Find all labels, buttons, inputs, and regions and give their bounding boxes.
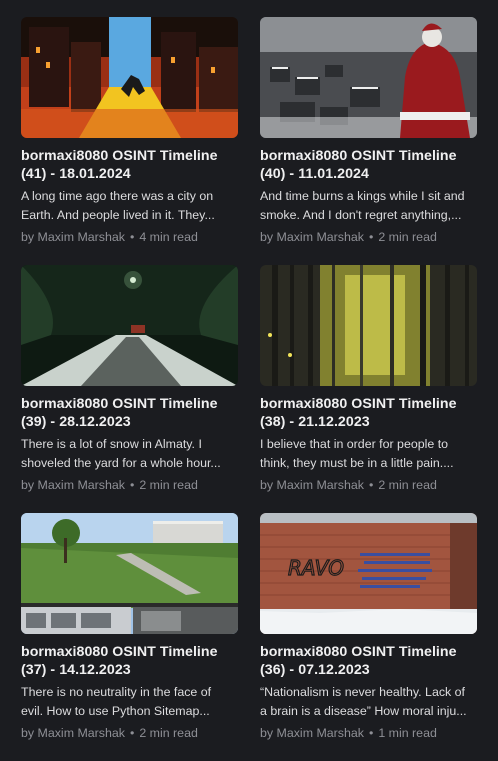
post-excerpt-line: A long time ago there was a city on [21, 189, 214, 203]
post-excerpt: “Nationalism is never healthy. Lack of a… [260, 683, 477, 721]
meta-separator: • [129, 726, 135, 740]
post-thumbnail-snowy-road[interactable] [21, 265, 238, 386]
author-name: by Maxim Marshak [21, 726, 125, 740]
post-excerpt-line: shoveled the yard for a whole hour... [21, 456, 221, 470]
post-title-line: bormaxi8080 OSINT Timeline [260, 148, 457, 164]
graffiti-text: RAVO [288, 556, 344, 580]
post-thumbnail-park-collage[interactable] [21, 513, 238, 634]
post-excerpt: And time burns a kings while I sit and s… [260, 187, 477, 225]
post-title[interactable]: bormaxi8080 OSINT Timeline (37) - 14.12.… [21, 643, 238, 679]
author-name: by Maxim Marshak [260, 478, 364, 492]
post-excerpt-line: “Nationalism is never healthy. Lack of [260, 685, 465, 699]
author-name: by Maxim Marshak [260, 726, 364, 740]
post-thumbnail-yellow-forest[interactable] [260, 265, 477, 386]
post-title-line: (37) - 14.12.2023 [21, 662, 131, 678]
post-card[interactable]: RAVO bormaxi8080 OSINT Timeline (36) - 0… [260, 513, 477, 761]
post-excerpt-line: Earth. And people lived in it. They... [21, 208, 215, 222]
read-time: 1 min read [378, 726, 437, 740]
post-title-line: bormaxi8080 OSINT Timeline [260, 396, 457, 412]
post-card[interactable]: bormaxi8080 OSINT Timeline (41) - 18.01.… [21, 17, 238, 265]
post-card[interactable]: bormaxi8080 OSINT Timeline (40) - 11.01.… [260, 17, 477, 265]
post-title[interactable]: bormaxi8080 OSINT Timeline (39) - 28.12.… [21, 395, 238, 431]
post-excerpt: There is a lot of snow in Almaty. I shov… [21, 435, 238, 473]
author-name: by Maxim Marshak [21, 478, 125, 492]
post-thumbnail-burning-city[interactable] [21, 17, 238, 138]
post-card[interactable]: bormaxi8080 OSINT Timeline (39) - 28.12.… [21, 265, 238, 513]
post-excerpt-line: There is a lot of snow in Almaty. I [21, 437, 202, 451]
author-name: by Maxim Marshak [21, 230, 125, 244]
read-time: 2 min read [378, 230, 437, 244]
meta-separator: • [368, 230, 374, 244]
graffiti-wall-image: RAVO [260, 513, 477, 634]
meta-separator: • [129, 230, 135, 244]
yellow-forest-image [260, 265, 477, 386]
read-time: 2 min read [378, 478, 437, 492]
author-name: by Maxim Marshak [260, 230, 364, 244]
meta-separator: • [368, 478, 374, 492]
post-excerpt-line: smoke. And I don't regret anything,... [260, 208, 462, 222]
post-title[interactable]: bormaxi8080 OSINT Timeline (38) - 21.12.… [260, 395, 477, 431]
post-title[interactable]: bormaxi8080 OSINT Timeline (36) - 07.12.… [260, 643, 477, 679]
post-meta: by Maxim Marshak • 4 min read [21, 230, 238, 244]
snowy-road-image [21, 265, 238, 386]
post-excerpt-line: There is no neutrality in the face of [21, 685, 212, 699]
post-title-line: bormaxi8080 OSINT Timeline [21, 396, 218, 412]
post-title-line: bormaxi8080 OSINT Timeline [260, 644, 457, 660]
post-excerpt-line: think, they must be in a little pain.... [260, 456, 454, 470]
burning-city-image [21, 17, 238, 138]
post-title-line: bormaxi8080 OSINT Timeline [21, 644, 218, 660]
post-title[interactable]: bormaxi8080 OSINT Timeline (41) - 18.01.… [21, 147, 238, 183]
post-card[interactable]: bormaxi8080 OSINT Timeline (38) - 21.12.… [260, 265, 477, 513]
santa-ruins-image [260, 17, 477, 138]
post-title-line: bormaxi8080 OSINT Timeline [21, 148, 218, 164]
post-grid: bormaxi8080 OSINT Timeline (41) - 18.01.… [21, 17, 477, 761]
post-meta: by Maxim Marshak • 2 min read [21, 478, 238, 492]
park-collage-image [21, 513, 238, 634]
post-title[interactable]: bormaxi8080 OSINT Timeline (40) - 11.01.… [260, 147, 477, 183]
post-meta: by Maxim Marshak • 2 min read [260, 230, 477, 244]
post-thumbnail-graffiti-wall[interactable]: RAVO [260, 513, 477, 634]
post-excerpt-line: And time burns a kings while I sit and [260, 189, 465, 203]
post-title-line: (39) - 28.12.2023 [21, 414, 131, 430]
post-title-line: (36) - 07.12.2023 [260, 662, 370, 678]
post-card[interactable]: bormaxi8080 OSINT Timeline (37) - 14.12.… [21, 513, 238, 761]
post-title-line: (38) - 21.12.2023 [260, 414, 370, 430]
read-time: 4 min read [139, 230, 198, 244]
post-meta: by Maxim Marshak • 1 min read [260, 726, 477, 740]
post-meta: by Maxim Marshak • 2 min read [21, 726, 238, 740]
post-excerpt-line: I believe that in order for people to [260, 437, 449, 451]
post-thumbnail-santa-ruins[interactable] [260, 17, 477, 138]
post-excerpt: I believe that in order for people to th… [260, 435, 477, 473]
post-excerpt-line: evil. How to use Python Sitemap... [21, 704, 210, 718]
post-excerpt-line: a brain is a disease” How moral inju... [260, 704, 467, 718]
post-excerpt: A long time ago there was a city on Eart… [21, 187, 238, 225]
post-title-line: (41) - 18.01.2024 [21, 166, 131, 182]
meta-separator: • [368, 726, 374, 740]
post-meta: by Maxim Marshak • 2 min read [260, 478, 477, 492]
post-title-line: (40) - 11.01.2024 [260, 166, 369, 182]
read-time: 2 min read [139, 478, 198, 492]
read-time: 2 min read [139, 726, 198, 740]
meta-separator: • [129, 478, 135, 492]
post-excerpt: There is no neutrality in the face of ev… [21, 683, 238, 721]
